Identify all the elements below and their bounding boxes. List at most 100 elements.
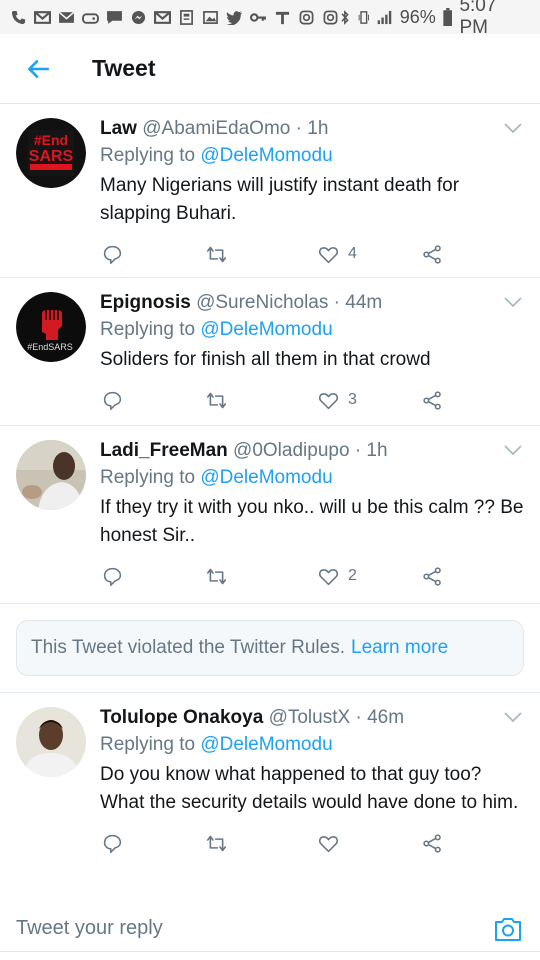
tweet-header: Law @AbamiEdaOmo · 1h: [100, 116, 526, 142]
camera-button[interactable]: [494, 916, 522, 942]
separator: ·: [355, 707, 362, 728]
system-icons: 96% 5:07 PM: [339, 0, 528, 39]
like-button[interactable]: 3: [318, 390, 422, 411]
avatar[interactable]: #EndSARS: [16, 292, 86, 362]
profile-photo-icon: [16, 440, 86, 510]
violation-notice: This Tweet violated the Twitter Rules. L…: [16, 620, 524, 676]
display-name[interactable]: Tolulope Onakoya: [100, 707, 263, 728]
battery-percent: 96%: [399, 6, 436, 27]
username[interactable]: @0Oladipupo: [233, 440, 349, 461]
tweet-actions: 2: [102, 550, 526, 602]
tweet-menu-button[interactable]: [504, 444, 522, 456]
tweet-menu-button[interactable]: [504, 122, 522, 134]
tweet-text: Many Nigerians will justify instant deat…: [100, 175, 460, 224]
share-button[interactable]: [422, 833, 443, 854]
news-icon: [178, 9, 195, 25]
svg-text:#EndSARS: #EndSARS: [27, 342, 73, 352]
learn-more-link[interactable]: Learn more: [351, 637, 448, 659]
tweet-actions: 4: [102, 228, 526, 280]
retweet-button[interactable]: [206, 244, 318, 265]
reply-tweet[interactable]: #End SARS Law @AbamiEdaOmo · 1h Replying…: [0, 104, 540, 278]
tweet-text: If they try it with you nko.. will u be …: [100, 497, 524, 546]
share-button[interactable]: [422, 244, 443, 265]
mail-icon: [154, 10, 171, 25]
tweet-menu-button[interactable]: [504, 711, 522, 723]
like-button[interactable]: [318, 833, 422, 854]
replying-to-label: Replying to: [100, 319, 196, 340]
replying-to-label: Replying to: [100, 467, 196, 488]
profile-photo-icon: [16, 707, 86, 777]
retweet-button[interactable]: [206, 390, 318, 411]
clock: 5:07 PM: [459, 0, 497, 38]
endsars-logo-icon: #End SARS: [16, 118, 86, 188]
username[interactable]: @SureNicholas: [196, 292, 328, 313]
share-icon: [423, 244, 441, 264]
reply-button[interactable]: [102, 244, 206, 265]
avatar[interactable]: [16, 440, 86, 510]
chevron-down-icon: [504, 445, 522, 456]
share-button[interactable]: [422, 566, 443, 587]
reply-tweet[interactable]: Tolulope Onakoya @TolustX · 46m Replying…: [0, 693, 540, 897]
tweet-header: Ladi_FreeMan @0Oladipupo · 1h: [100, 438, 526, 464]
retweet-icon: [206, 246, 227, 262]
like-count: 2: [348, 567, 357, 584]
avatar[interactable]: [16, 707, 86, 777]
retweet-button[interactable]: [206, 566, 318, 587]
display-name[interactable]: Law: [100, 118, 137, 139]
like-button[interactable]: 4: [318, 244, 422, 265]
chevron-down-icon: [504, 712, 522, 723]
reply-button[interactable]: [102, 833, 206, 854]
reply-tweet[interactable]: #EndSARS Epignosis @SureNicholas · 44m R…: [0, 278, 540, 426]
notification-icons: [10, 9, 339, 25]
tweet-actions: [102, 817, 526, 869]
phone-icon: [10, 10, 27, 25]
mention-link[interactable]: @DeleMomodu: [200, 734, 332, 755]
separator: ·: [354, 440, 362, 461]
reply-tweet[interactable]: Ladi_FreeMan @0Oladipupo · 1h Replying t…: [0, 426, 540, 604]
replying-to: Replying to @DeleMomodu: [100, 142, 526, 170]
avatar[interactable]: #End SARS: [16, 118, 86, 188]
mention-link[interactable]: @DeleMomodu: [200, 319, 332, 340]
twitter-icon: [226, 10, 243, 25]
reply-button[interactable]: [102, 566, 206, 587]
comment-icon: [103, 834, 122, 853]
retweet-icon: [206, 568, 227, 584]
tweet-menu-button[interactable]: [504, 296, 522, 308]
replying-to: Replying to @DeleMomodu: [100, 464, 526, 492]
status-bar: 96% 5:07 PM: [0, 0, 540, 38]
back-button[interactable]: [18, 49, 58, 89]
display-name[interactable]: Ladi_FreeMan: [100, 440, 228, 461]
mention-link[interactable]: @DeleMomodu: [200, 145, 332, 166]
heart-icon: [318, 835, 339, 852]
reply-input[interactable]: [16, 917, 416, 940]
camera-icon: [495, 917, 521, 941]
share-button[interactable]: [422, 390, 443, 411]
replying-to: Replying to @DeleMomodu: [100, 731, 526, 759]
bluetooth-icon: [339, 9, 351, 25]
replying-to: Replying to @DeleMomodu: [100, 316, 526, 344]
timestamp: 1h: [307, 118, 329, 139]
heart-icon: [318, 568, 339, 585]
retweet-button[interactable]: [206, 833, 318, 854]
comment-icon: [103, 391, 122, 410]
reply-composer: [0, 906, 540, 952]
timestamp: 46m: [367, 707, 405, 728]
display-name[interactable]: Epignosis: [100, 292, 191, 313]
violation-text: This Tweet violated the Twitter Rules.: [31, 637, 346, 658]
reply-button[interactable]: [102, 390, 206, 411]
mention-link[interactable]: @DeleMomodu: [200, 467, 332, 488]
comment-icon: [103, 567, 122, 586]
messenger-icon: [130, 10, 147, 25]
top-bar: Tweet: [0, 34, 540, 104]
signal-icon: [376, 10, 392, 25]
battery-icon: [443, 8, 453, 26]
username[interactable]: @TolustX: [269, 707, 351, 728]
heart-icon: [318, 246, 339, 263]
key-icon: [250, 10, 267, 25]
retweet-icon: [206, 835, 227, 851]
like-button[interactable]: 2: [318, 566, 422, 587]
arrow-left-icon: [28, 59, 50, 78]
photo-icon: [202, 10, 219, 25]
t-icon: [274, 10, 291, 25]
username[interactable]: @AbamiEdaOmo: [142, 118, 290, 139]
